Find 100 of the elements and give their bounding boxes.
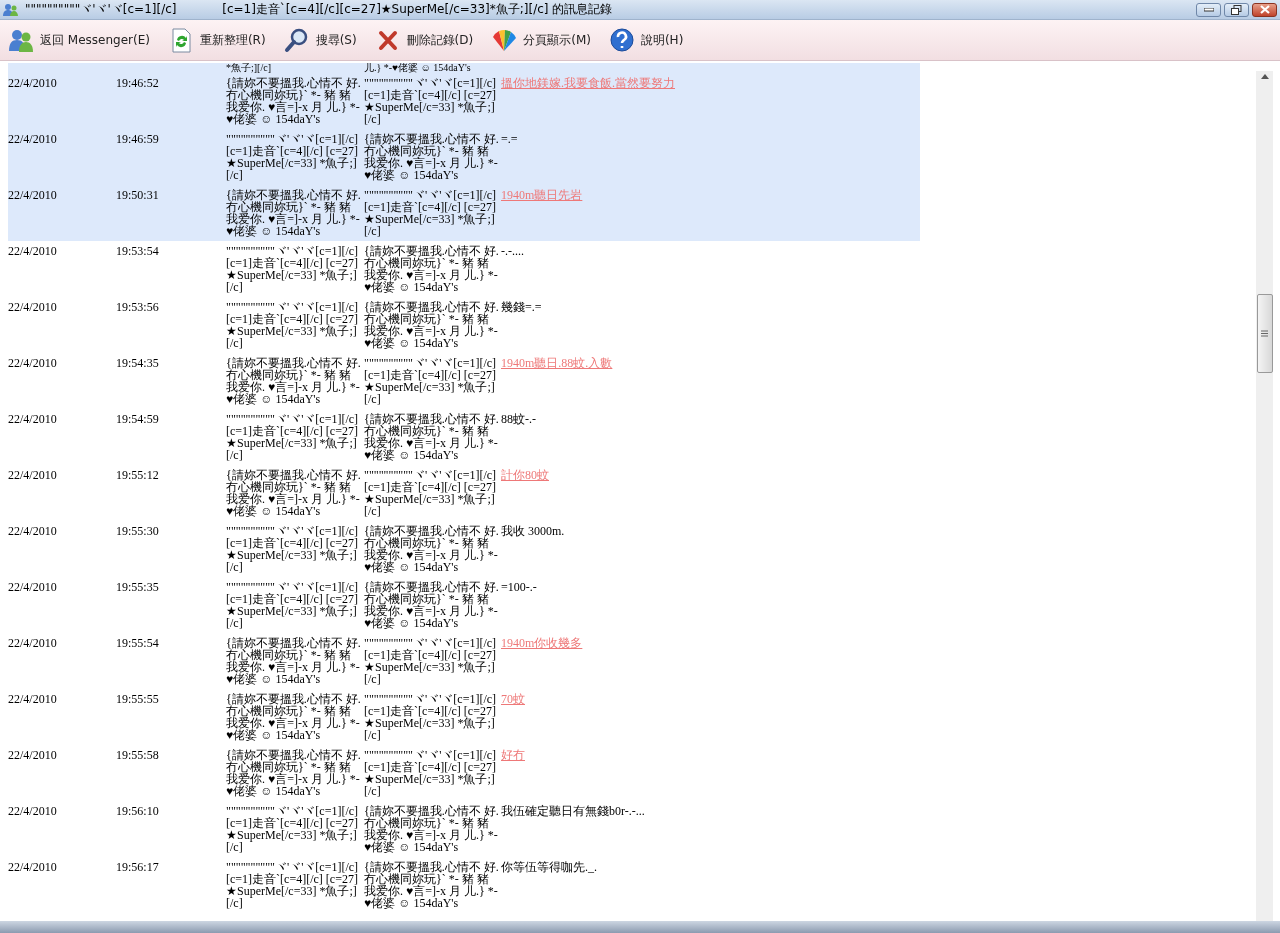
sender-text: """"""""""ヾ'ヾ'ヾ[c=1][/c] [c=1]走音`[c=4][/c] [c=27]★SuperMe[/c=33] *魚子;][/c]	[226, 861, 360, 909]
sender-text: {請妳不要搵我.心情不 好.冇心機同妳玩}` *- 豬 豬我爱你. ♥言=]-x 月 儿.} *-♥佬婆 ☺ 154daY's	[226, 693, 362, 741]
message-row[interactable]: 22/4/2010 19:50:31 {請妳不要搵我.心情不 好.冇心機同妳玩}` *- 豬 豬我爱你. ♥言=]-x 月 儿.} *-♥佬婆 ☺ 154daY's """"""""""ヾ'ヾ'ヾ[c=1][/c] [c=1]走音`[c=4][/c] [c=27]★SuperMe[/c=33] *魚子;][/c] 1940m聽日先岩	[8, 185, 920, 241]
recipient-text: {請妳不要搵我.心情不 好.冇心機同妳玩}` *- 豬 豬我爱你. ♥言=]-x 月 儿.} *-♥佬婆 ☺ 154daY's	[364, 413, 500, 461]
recipient-text: """"""""""ヾ'ヾ'ヾ[c=1][/c] [c=1]走音`[c=4][/c] [c=27]★SuperMe[/c=33] *魚子;][/c]	[364, 637, 498, 685]
time-text: 19:46:52	[116, 77, 160, 89]
time-text: 19:53:54	[116, 245, 160, 257]
recipient-text: {請妳不要搵我.心情不 好.冇心機同妳玩}` *- 豬 豬我爱你. ♥言=]-x 月 儿.} *-♥佬婆 ☺ 154daY's	[364, 245, 500, 293]
message-text: 你等伍等得咖先._.	[501, 861, 598, 873]
sender-text: """"""""""ヾ'ヾ'ヾ[c=1][/c] [c=1]走音`[c=4][/c] [c=27]★SuperMe[/c=33] *魚子;][/c]	[226, 805, 360, 853]
restore-button[interactable]	[1224, 2, 1249, 17]
recipient-text: {請妳不要搵我.心情不 好.冇心機同妳玩}` *- 豬 豬我爱你. ♥言=]-x 月 儿.} *-♥佬婆 ☺ 154daY's	[364, 805, 500, 853]
sender-text: *魚子;][/c]	[226, 63, 272, 73]
message-row[interactable]: 22/4/2010 19:55:55 {請妳不要搵我.心情不 好.冇心機同妳玩}` *- 豬 豬我爱你. ♥言=]-x 月 儿.} *-♥佬婆 ☺ 154daY's """"""""""ヾ'ヾ'ヾ[c=1][/c] [c=1]走音`[c=4][/c] [c=27]★SuperMe[/c=33] *魚子;][/c] 70蚊	[8, 689, 920, 745]
message-row[interactable]: 22/4/2010 19:46:52 {請妳不要搵我.心情不 好.冇心機同妳玩}` *- 豬 豬我爱你. ♥言=]-x 月 儿.} *-♥佬婆 ☺ 154daY's """"""""""ヾ'ヾ'ヾ[c=1][/c] [c=1]走音`[c=4][/c] [c=27]★SuperMe[/c=33] *魚子;][/c] 搵你地鎂嫁.我要食飯.當然要努力	[8, 73, 920, 129]
message-text: =.=	[501, 133, 519, 145]
time-text: 19:55:58	[116, 749, 160, 761]
message-row[interactable]: 22/4/2010 19:54:35 {請妳不要搵我.心情不 好.冇心機同妳玩}` *- 豬 豬我爱你. ♥言=]-x 月 儿.} *-♥佬婆 ☺ 154daY's """"""""""ヾ'ヾ'ヾ[c=1][/c] [c=1]走音`[c=4][/c] [c=27]★SuperMe[/c=33] *魚子;][/c] 1940m聽日.88蚊.入數	[8, 353, 920, 409]
time-text: 19:55:55	[116, 693, 160, 705]
message-row[interactable]: 22/4/2010 19:56:10 """"""""""ヾ'ヾ'ヾ[c=1][/c] [c=1]走音`[c=4][/c] [c=27]★SuperMe[/c=33] *魚子;][/c] {請妳不要搵我.心情不 好.冇心機同妳玩}` *- 豬 豬我爱你. ♥言=]-x 月 儿.} *-♥佬婆 ☺ 154daY's 我伍確定聽日有無錢b0r-.-...	[8, 801, 920, 857]
toolbar-button[interactable]: 搜尋(S)	[281, 25, 359, 55]
up-arrow-icon[interactable]	[1260, 74, 1269, 79]
sender-text: {請妳不要搵我.心情不 好.冇心機同妳玩}` *- 豬 豬我爱你. ♥言=]-x 月 儿.} *-♥佬婆 ☺ 154daY's	[226, 357, 362, 405]
sender-text: """"""""""ヾ'ヾ'ヾ[c=1][/c] [c=1]走音`[c=4][/c] [c=27]★SuperMe[/c=33] *魚子;][/c]	[226, 581, 360, 629]
sender-text: {請妳不要搵我.心情不 好.冇心機同妳玩}` *- 豬 豬我爱你. ♥言=]-x 月 儿.} *-♥佬婆 ☺ 154daY's	[226, 469, 362, 517]
recipient-text: {請妳不要搵我.心情不 好.冇心機同妳玩}` *- 豬 豬我爱你. ♥言=]-x 月 儿.} *-♥佬婆 ☺ 154daY's	[364, 133, 500, 181]
recipient-text: 儿.} *-♥佬婆 ☺ 154daY's	[364, 63, 472, 73]
message-text: 88蚊-.-	[501, 413, 537, 425]
message-row[interactable]: 22/4/2010 19:55:12 {請妳不要搵我.心情不 好.冇心機同妳玩}` *- 豬 豬我爱你. ♥言=]-x 月 儿.} *-♥佬婆 ☺ 154daY's """"""""""ヾ'ヾ'ヾ[c=1][/c] [c=1]走音`[c=4][/c] [c=27]★SuperMe[/c=33] *魚子;][/c] 計你80蚊	[8, 465, 920, 521]
toolbar-button[interactable]: 重新整理(R)	[165, 25, 268, 55]
date-text: 22/4/2010	[8, 525, 58, 537]
sender-text: {請妳不要搵我.心情不 好.冇心機同妳玩}` *- 豬 豬我爱你. ♥言=]-x 月 儿.} *-♥佬婆 ☺ 154daY's	[226, 749, 362, 797]
sender-text: {請妳不要搵我.心情不 好.冇心機同妳玩}` *- 豬 豬我爱你. ♥言=]-x 月 儿.} *-♥佬婆 ☺ 154daY's	[226, 77, 362, 125]
message-row[interactable]: 22/4/2010 19:53:54 """"""""""ヾ'ヾ'ヾ[c=1][/c] [c=1]走音`[c=4][/c] [c=27]★SuperMe[/c=33] *魚子;][/c] {請妳不要搵我.心情不 好.冇心機同妳玩}` *- 豬 豬我爱你. ♥言=]-x 月 儿.} *-♥佬婆 ☺ 154daY's -.-....	[8, 241, 920, 297]
recipient-text: {請妳不要搵我.心情不 好.冇心機同妳玩}` *- 豬 豬我爱你. ♥言=]-x 月 儿.} *-♥佬婆 ☺ 154daY's	[364, 525, 500, 573]
message-text: 我伍確定聽日有無錢b0r-.-...	[501, 805, 646, 817]
time-text: 19:55:12	[116, 469, 160, 481]
window-title: """"""""""ヾ'ヾ'ヾ[c=1][/c] [c=1]走音`[c=4][/c][c=27]★SuperMe[/c=33]*魚子;][/c] 的訊息記錄	[25, 1, 614, 18]
recipient-text: {請妳不要搵我.心情不 好.冇心機同妳玩}` *- 豬 豬我爱你. ♥言=]-x 月 儿.} *-♥佬婆 ☺ 154daY's	[364, 581, 500, 629]
date-text: 22/4/2010	[8, 749, 58, 761]
date-text: 22/4/2010	[8, 805, 58, 817]
time-text: 19:50:31	[116, 189, 160, 201]
sender-text: """"""""""ヾ'ヾ'ヾ[c=1][/c] [c=1]走音`[c=4][/c] [c=27]★SuperMe[/c=33] *魚子;][/c]	[226, 301, 360, 349]
recipient-text: """"""""""ヾ'ヾ'ヾ[c=1][/c] [c=1]走音`[c=4][/c] [c=27]★SuperMe[/c=33] *魚子;][/c]	[364, 77, 498, 125]
time-text: 19:55:30	[116, 525, 160, 537]
toolbar-button[interactable]: 刪除記錄(D)	[372, 25, 476, 55]
close-icon	[1259, 5, 1270, 14]
recipient-text: """"""""""ヾ'ヾ'ヾ[c=1][/c] [c=1]走音`[c=4][/c] [c=27]★SuperMe[/c=33] *魚子;][/c]	[364, 189, 498, 237]
toolbar-button[interactable]: 說明(H)	[606, 25, 686, 55]
time-text: 19:55:54	[116, 637, 160, 649]
message-text: =100-.-	[501, 581, 538, 593]
time-text: 19:56:17	[116, 861, 160, 873]
help-icon	[608, 27, 635, 53]
time-text: 19:54:35	[116, 357, 160, 369]
date-text: 22/4/2010	[8, 77, 58, 89]
restore-icon	[1231, 4, 1242, 15]
message-row[interactable]: 22/4/2010 19:55:30 """"""""""ヾ'ヾ'ヾ[c=1][/c] [c=1]走音`[c=4][/c] [c=27]★SuperMe[/c=33] *魚子;][/c] {請妳不要搵我.心情不 好.冇心機同妳玩}` *- 豬 豬我爱你. ♥言=]-x 月 儿.} *-♥佬婆 ☺ 154daY's 我收 3000m.	[8, 521, 920, 577]
date-text: 22/4/2010	[8, 637, 58, 649]
recipient-text: {請妳不要搵我.心情不 好.冇心機同妳玩}` *- 豬 豬我爱你. ♥言=]-x 月 儿.} *-♥佬婆 ☺ 154daY's	[364, 861, 500, 909]
time-text: 19:53:56	[116, 301, 160, 313]
sender-text: """"""""""ヾ'ヾ'ヾ[c=1][/c] [c=1]走音`[c=4][/c] [c=27]★SuperMe[/c=33] *魚子;][/c]	[226, 525, 360, 573]
message-text: 幾錢=.=	[501, 301, 543, 313]
people-icon	[8, 27, 34, 53]
toolbar-button[interactable]: 分頁顯示(M)	[489, 25, 593, 55]
sender-text: """"""""""ヾ'ヾ'ヾ[c=1][/c] [c=1]走音`[c=4][/c] [c=27]★SuperMe[/c=33] *魚子;][/c]	[226, 245, 360, 293]
message-row[interactable]: 22/4/2010 19:54:59 """"""""""ヾ'ヾ'ヾ[c=1][/c] [c=1]走音`[c=4][/c] [c=27]★SuperMe[/c=33] *魚子;][/c] {請妳不要搵我.心情不 好.冇心機同妳玩}` *- 豬 豬我爱你. ♥言=]-x 月 儿.} *-♥佬婆 ☺ 154daY's 88蚊-.-	[8, 409, 920, 465]
message-row[interactable]: 22/4/2010 19:46:59 """"""""""ヾ'ヾ'ヾ[c=1][/c] [c=1]走音`[c=4][/c] [c=27]★SuperMe[/c=33] *魚子;][/c] {請妳不要搵我.心情不 好.冇心機同妳玩}` *- 豬 豬我爱你. ♥言=]-x 月 儿.} *-♥佬婆 ☺ 154daY's =.=	[8, 129, 920, 185]
scroll-thumb[interactable]	[1256, 294, 1273, 373]
message-row[interactable]: 22/4/2010 19:53:56 """"""""""ヾ'ヾ'ヾ[c=1][/c] [c=1]走音`[c=4][/c] [c=27]★SuperMe[/c=33] *魚子;][/c] {請妳不要搵我.心情不 好.冇心機同妳玩}` *- 豬 豬我爱你. ♥言=]-x 月 儿.} *-♥佬婆 ☺ 154daY's 幾錢=.=	[8, 297, 920, 353]
recipient-text: """"""""""ヾ'ヾ'ヾ[c=1][/c] [c=1]走音`[c=4][/c] [c=27]★SuperMe[/c=33] *魚子;][/c]	[364, 469, 498, 517]
people-icon	[3, 2, 19, 17]
date-text: 22/4/2010	[8, 413, 58, 425]
message-row[interactable]: 22/4/2010 19:55:54 {請妳不要搵我.心情不 好.冇心機同妳玩}` *- 豬 豬我爱你. ♥言=]-x 月 儿.} *-♥佬婆 ☺ 154daY's """"""""""ヾ'ヾ'ヾ[c=1][/c] [c=1]走音`[c=4][/c] [c=27]★SuperMe[/c=33] *魚子;][/c] 1940m你收幾多	[8, 633, 920, 689]
date-text: 22/4/2010	[8, 581, 58, 593]
message-row[interactable]: 22/4/2010 19:55:58 {請妳不要搵我.心情不 好.冇心機同妳玩}` *- 豬 豬我爱你. ♥言=]-x 月 儿.} *-♥佬婆 ☺ 154daY's """"""""""ヾ'ヾ'ヾ[c=1][/c] [c=1]走音`[c=4][/c] [c=27]★SuperMe[/c=33] *魚子;][/c] 好冇	[8, 745, 920, 801]
time-text: 19:54:59	[116, 413, 160, 425]
message-row[interactable]: 22/4/2010 19:55:35 """"""""""ヾ'ヾ'ヾ[c=1][/c] [c=1]走音`[c=4][/c] [c=27]★SuperMe[/c=33] *魚子;][/c] {請妳不要搵我.心情不 好.冇心機同妳玩}` *- 豬 豬我爱你. ♥言=]-x 月 儿.} *-♥佬婆 ☺ 154daY's =100-.-	[8, 577, 920, 633]
scrollbar[interactable]	[1256, 71, 1273, 921]
date-text: 22/4/2010	[8, 357, 58, 369]
date-text: 22/4/2010	[8, 245, 58, 257]
sender-text: {請妳不要搵我.心情不 好.冇心機同妳玩}` *- 豬 豬我爱你. ♥言=]-x 月 儿.} *-♥佬婆 ☺ 154daY's	[226, 189, 362, 237]
message-text: -.-....	[501, 245, 525, 257]
sender-text: """"""""""ヾ'ヾ'ヾ[c=1][/c] [c=1]走音`[c=4][/c] [c=27]★SuperMe[/c=33] *魚子;][/c]	[226, 133, 360, 181]
recipient-text: """"""""""ヾ'ヾ'ヾ[c=1][/c] [c=1]走音`[c=4][/c] [c=27]★SuperMe[/c=33] *魚子;][/c]	[364, 749, 498, 797]
date-text: 22/4/2010	[8, 133, 58, 145]
date-text: 22/4/2010	[8, 189, 58, 201]
time-text: 19:56:10	[116, 805, 160, 817]
recipient-text: """"""""""ヾ'ヾ'ヾ[c=1][/c] [c=1]走音`[c=4][/c] [c=27]★SuperMe[/c=33] *魚子;][/c]	[364, 693, 498, 741]
time-text: 19:55:35	[116, 581, 160, 593]
recipient-text: {請妳不要搵我.心情不 好.冇心機同妳玩}` *- 豬 豬我爱你. ♥言=]-x 月 儿.} *-♥佬婆 ☺ 154daY's	[364, 301, 500, 349]
recipient-text: """"""""""ヾ'ヾ'ヾ[c=1][/c] [c=1]走音`[c=4][/c] [c=27]★SuperMe[/c=33] *魚子;][/c]	[364, 357, 498, 405]
sender-text: """"""""""ヾ'ヾ'ヾ[c=1][/c] [c=1]走音`[c=4][/c] [c=27]★SuperMe[/c=33] *魚子;][/c]	[226, 413, 360, 461]
close-button[interactable]	[1252, 2, 1277, 17]
sender-text: {請妳不要搵我.心情不 好.冇心機同妳玩}` *- 豬 豬我爱你. ♥言=]-x 月 儿.} *-♥佬婆 ☺ 154daY's	[226, 637, 362, 685]
message-row[interactable]: 22/4/2010 19:56:17 """"""""""ヾ'ヾ'ヾ[c=1][/c] [c=1]走音`[c=4][/c] [c=27]★SuperMe[/c=33] *魚子;][/c] {請妳不要搵我.心情不 好.冇心機同妳玩}` *- 豬 豬我爱你. ♥言=]-x 月 儿.} *-♥佬婆 ☺ 154daY's 你等伍等得咖先._.	[8, 857, 920, 913]
minimize-icon	[1203, 7, 1214, 12]
date-text: 22/4/2010	[8, 861, 58, 873]
date-text: 22/4/2010	[8, 301, 58, 313]
toolbar-button[interactable]: 返回 Messenger(E)	[6, 25, 152, 55]
time-text: 19:46:59	[116, 133, 160, 145]
